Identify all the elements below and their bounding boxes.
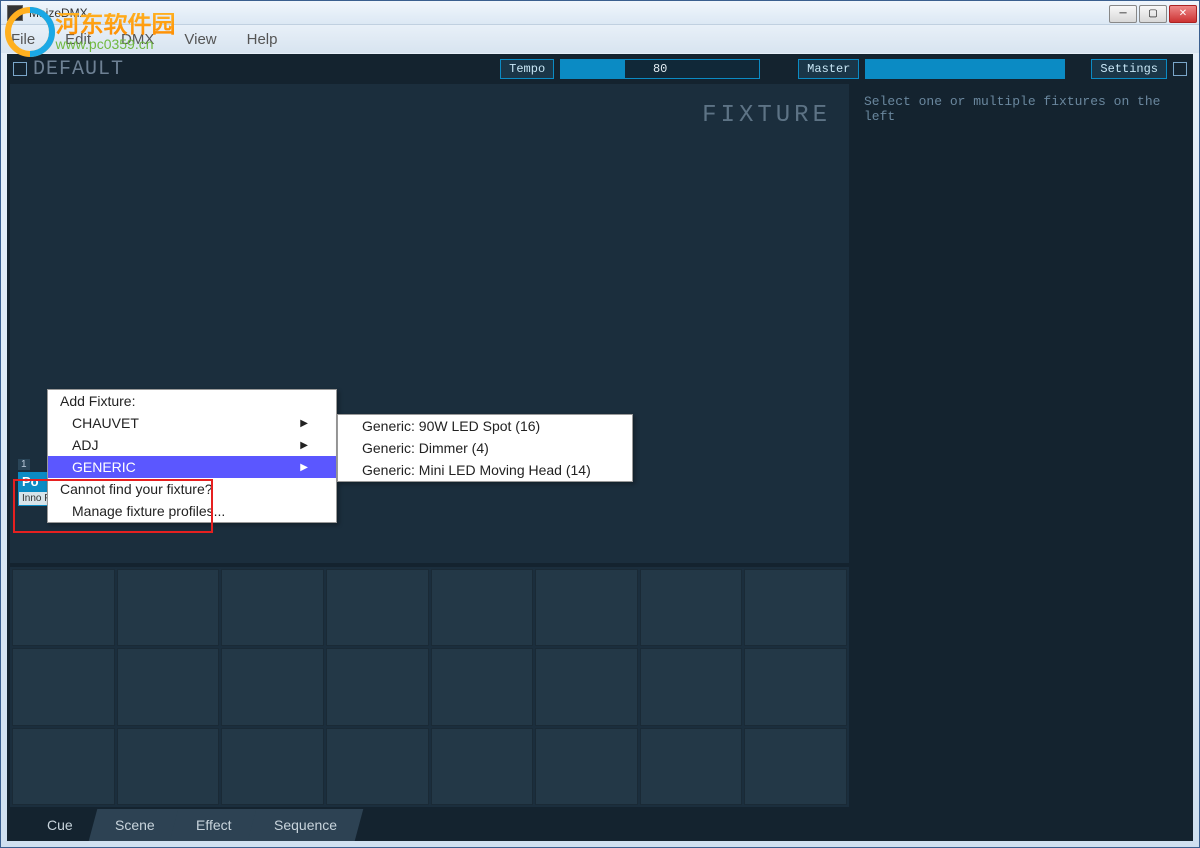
- tempo-value: 80: [561, 62, 759, 76]
- menubar: File Edit DMX View Help: [1, 25, 1199, 53]
- maximize-button[interactable]: ▢: [1139, 5, 1167, 23]
- master-fill: [866, 60, 1064, 78]
- chevron-right-icon: ▶: [300, 462, 308, 473]
- ctx-sub-dimmer[interactable]: Generic: Dimmer (4): [338, 437, 632, 459]
- window-title: MaizeDMX: [29, 6, 1109, 20]
- context-menu-add-fixture: Add Fixture: CHAUVET▶ ADJ▶ GENERIC▶ Cann…: [47, 389, 337, 523]
- ctx-sub-90w[interactable]: Generic: 90W LED Spot (16): [338, 415, 632, 437]
- ctx-title: Add Fixture:: [48, 390, 336, 412]
- settings-checkbox[interactable]: [1173, 62, 1187, 76]
- grid-cell[interactable]: [12, 728, 115, 805]
- grid-cell[interactable]: [744, 728, 847, 805]
- menu-help[interactable]: Help: [247, 31, 278, 48]
- settings-button[interactable]: Settings: [1091, 59, 1167, 79]
- app-window: MaizeDMX ─ ▢ ✕ File Edit DMX View Help D…: [0, 0, 1200, 848]
- menu-edit[interactable]: Edit: [65, 31, 91, 48]
- app-surface: DEFAULT Tempo 80 Master Settings FIXTURE: [7, 54, 1193, 841]
- grid-cell[interactable]: [117, 648, 220, 725]
- grid-cell[interactable]: [744, 569, 847, 646]
- grid-cell[interactable]: [326, 648, 429, 725]
- grid-cell[interactable]: [12, 569, 115, 646]
- tabs-bar: Cue Scene Effect Sequence: [7, 807, 852, 841]
- fixture-index: 1: [18, 459, 30, 470]
- grid-cell[interactable]: [744, 648, 847, 725]
- minimize-button[interactable]: ─: [1109, 5, 1137, 23]
- grid-cell[interactable]: [431, 569, 534, 646]
- header-checkbox[interactable]: [13, 62, 27, 76]
- fixture-panel-label: FIXTURE: [702, 102, 831, 129]
- tab-scene[interactable]: Scene: [88, 809, 180, 841]
- grid-cell[interactable]: [12, 648, 115, 725]
- ctx-manage-profiles[interactable]: Manage fixture profiles...: [48, 500, 336, 522]
- tab-effect[interactable]: Effect: [170, 809, 258, 841]
- project-title: DEFAULT: [33, 58, 124, 81]
- grid-cell[interactable]: [431, 648, 534, 725]
- chevron-right-icon: ▶: [300, 440, 308, 451]
- close-button[interactable]: ✕: [1169, 5, 1197, 23]
- titlebar: MaizeDMX ─ ▢ ✕: [1, 1, 1199, 25]
- master-slider[interactable]: [865, 59, 1065, 79]
- master-label-chip[interactable]: Master: [798, 59, 859, 79]
- grid-cell[interactable]: [431, 728, 534, 805]
- grid-cell[interactable]: [535, 569, 638, 646]
- grid-cell[interactable]: [535, 728, 638, 805]
- ctx-sub-mini[interactable]: Generic: Mini LED Moving Head (14): [338, 459, 632, 481]
- tempo-slider[interactable]: 80: [560, 59, 760, 79]
- header-bar: DEFAULT Tempo 80 Master Settings: [7, 54, 1193, 84]
- chevron-right-icon: ▶: [300, 418, 308, 429]
- grid-cell[interactable]: [221, 569, 324, 646]
- grid-cell[interactable]: [117, 728, 220, 805]
- grid-cell[interactable]: [221, 728, 324, 805]
- ctx-item-adj[interactable]: ADJ▶: [48, 434, 336, 456]
- grid-cell[interactable]: [640, 648, 743, 725]
- grid-cell[interactable]: [221, 648, 324, 725]
- ctx-item-generic[interactable]: GENERIC▶: [48, 456, 336, 478]
- ctx-cannot-find: Cannot find your fixture?: [48, 478, 336, 500]
- context-submenu-generic: Generic: 90W LED Spot (16) Generic: Dimm…: [337, 414, 633, 482]
- grid-cell[interactable]: [326, 569, 429, 646]
- menu-file[interactable]: File: [11, 31, 35, 48]
- menu-view[interactable]: View: [184, 31, 216, 48]
- right-panel-hint: Select one or multiple fixtures on the l…: [864, 94, 1181, 124]
- tab-sequence[interactable]: Sequence: [248, 809, 364, 841]
- cue-grid: [10, 567, 849, 807]
- ctx-item-chauvet[interactable]: CHAUVET▶: [48, 412, 336, 434]
- grid-cell[interactable]: [640, 569, 743, 646]
- menu-dmx[interactable]: DMX: [121, 31, 154, 48]
- tab-cue[interactable]: Cue: [25, 809, 95, 841]
- tempo-label-chip[interactable]: Tempo: [500, 59, 554, 79]
- grid-cell[interactable]: [117, 569, 220, 646]
- grid-cell[interactable]: [535, 648, 638, 725]
- app-icon: [7, 5, 23, 21]
- grid-cell[interactable]: [326, 728, 429, 805]
- right-panel: Select one or multiple fixtures on the l…: [852, 84, 1193, 841]
- window-controls: ─ ▢ ✕: [1109, 3, 1199, 23]
- grid-cell[interactable]: [640, 728, 743, 805]
